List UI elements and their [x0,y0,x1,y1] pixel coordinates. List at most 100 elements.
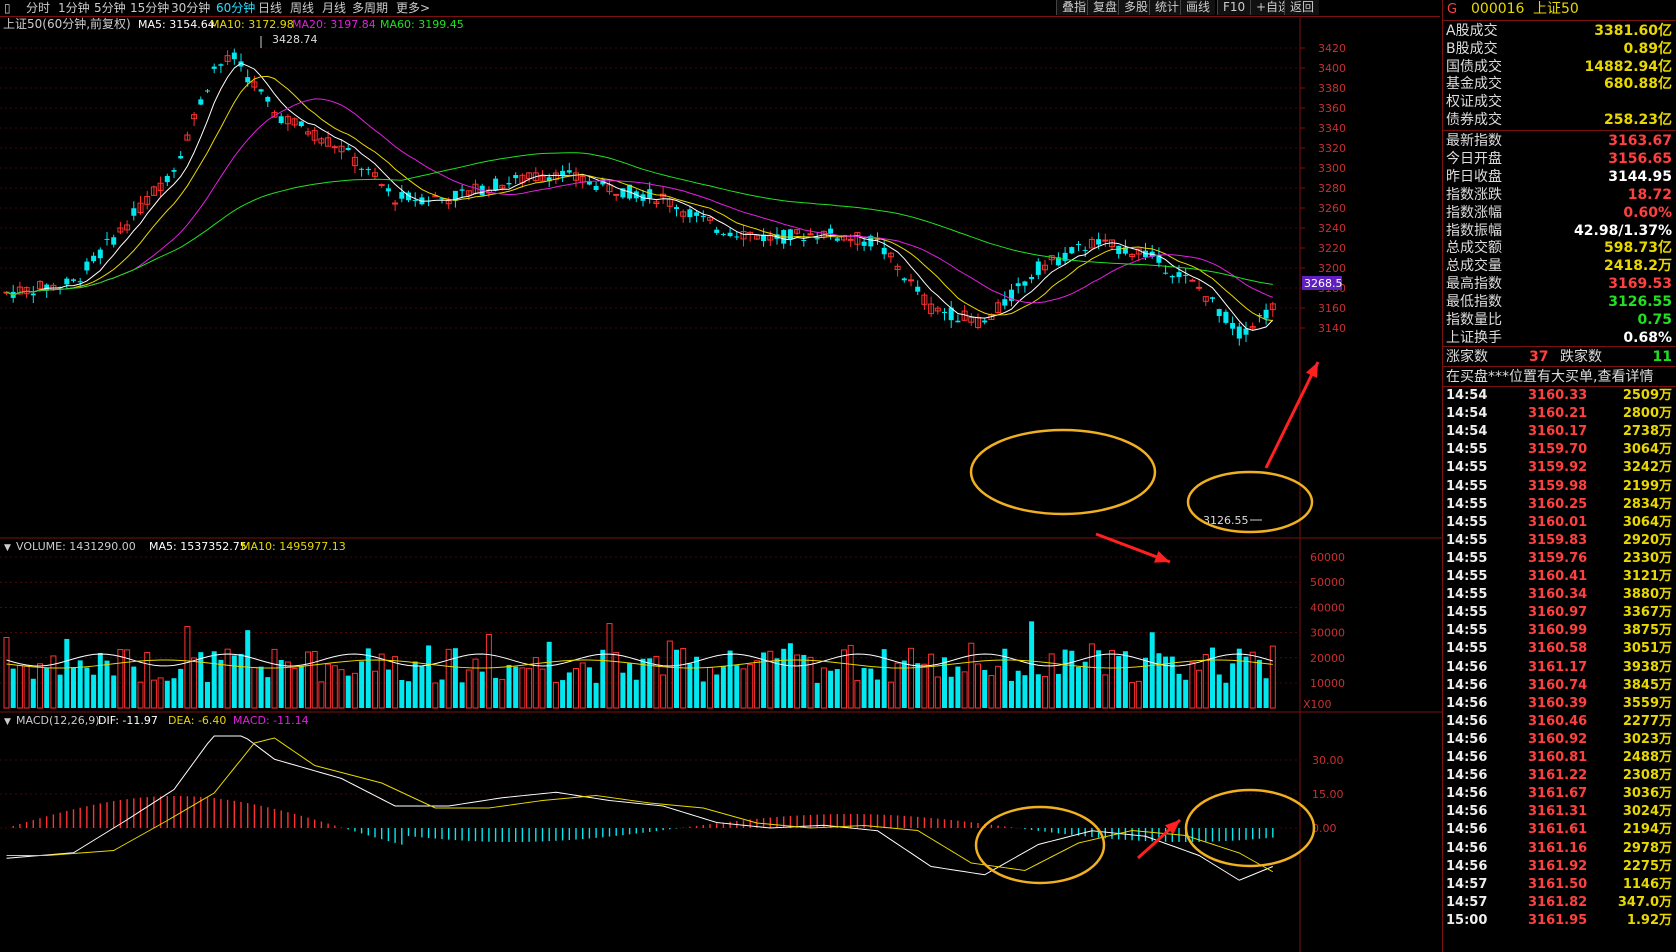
tick-time: 14:55 [1446,460,1488,476]
candle-body [734,236,740,238]
tick-price: 3160.92 [1528,731,1588,747]
candle-body [205,90,210,92]
volume-bar [64,638,70,708]
trend-arrow-down-head [1154,550,1170,563]
tick-time: 14:55 [1446,442,1488,458]
candle-body [385,188,391,192]
candle-body [392,202,399,205]
volume-bar [10,668,16,708]
candle-body [111,237,117,245]
volume-bar [1269,645,1276,709]
volume-bar [111,675,117,708]
volume-bar [868,668,874,708]
volume-bar [513,666,519,708]
volume-bar [781,648,787,708]
volume-bar [426,645,432,708]
volume-bar [787,643,793,708]
volume-legend-2: MA10: 1495977.13 [241,540,346,553]
candle-body [1015,283,1021,287]
volume-bar [305,651,311,709]
candle-body [459,189,465,191]
index-row-value: 0.75 [1637,312,1672,328]
tick-price: 3159.98 [1528,478,1588,494]
volume-bar [633,679,639,708]
tick-row: 14:57 3161.50 1146万 [1443,876,1676,894]
volume-bar [104,660,110,708]
candle-body [1210,297,1215,299]
volume-bar [794,654,801,709]
candle-body [1096,239,1102,245]
volume-bar [359,661,365,708]
volume-tick-label: 60000 [1310,551,1345,564]
tick-time: 14:55 [1446,550,1488,566]
panel-header: G 000016 上证50 [1443,0,1676,19]
volume-bar [1135,680,1142,709]
volume-bar [1076,666,1081,708]
volume-bar [1096,650,1102,708]
tick-row: 14:55 3160.97 3367万 [1443,604,1676,622]
volume-bar [861,667,867,708]
tick-price: 3161.50 [1528,876,1588,892]
price-tick-label: 3320 [1318,142,1346,155]
tick-volume: 2738万 [1622,424,1672,440]
tick-volume: 2978万 [1622,840,1672,856]
tick-volume: 3064万 [1622,442,1672,458]
candle-body [694,212,700,216]
index-row: 指数量比 0.75 [1443,311,1676,330]
volume-bar [640,658,646,708]
candle-body [942,311,947,314]
market-row: 权证成交 [1443,93,1676,112]
volume-bar [245,630,251,708]
volume-bar [3,636,10,709]
tick-time: 14:57 [1446,876,1488,892]
index-row-value: 18.72 [1627,186,1672,203]
ma-legend-3: MA60: 3199.45 [380,18,464,31]
market-row-value: 3381.60亿 [1594,23,1672,39]
tick-row: 14:55 3160.41 3121万 [1443,568,1676,586]
tick-time: 14:55 [1446,496,1488,512]
volume-bar [620,672,626,708]
tick-price: 3161.67 [1528,786,1588,802]
candle-body [218,64,224,66]
tick-time: 14:54 [1446,424,1488,440]
index-row: 指数涨幅 0.60% [1443,204,1676,223]
divider-b [1443,130,1676,131]
index-row-value: 598.73亿 [1603,240,1672,257]
candle-body [171,170,177,172]
tick-row: 14:55 3160.01 3064万 [1443,514,1676,532]
chart-area[interactable]: 3420 3400 3380 3360 3340 3320 3300 3280 3260 3240… [0,0,1442,952]
volume-bar [150,679,157,709]
volume-bar [171,678,177,708]
volume-bar [1143,657,1148,708]
index-row-value: 3163.67 [1608,133,1672,149]
volume-bar [184,626,191,709]
index-row-label: 昨日收盘 [1446,168,1502,185]
volume-bar [700,681,706,708]
macd-legend-3: MACD: -11.14 [233,714,309,727]
tick-price: 3161.16 [1528,840,1588,856]
volume-bar [372,670,378,709]
volume-bar [284,661,291,709]
ma-legend-1: MA10: 3172.98 [210,18,294,31]
candle-body [345,148,351,151]
tick-time: 14:55 [1446,514,1488,530]
volume-bar [1002,648,1008,708]
candle-body [1076,244,1081,246]
market-row: 国债成交 14882.94亿 [1443,58,1676,77]
candle-body [982,320,988,323]
volume-bar [707,667,713,709]
volume-bar [271,648,278,709]
candle-body [513,175,519,179]
volume-bar [579,662,586,709]
index-row-label: 最新指数 [1446,133,1502,149]
index-row: 最高指数 3169.53 [1443,275,1676,294]
price-tick-label: 3420 [1318,42,1346,55]
candle-body [365,168,371,171]
big-order-notice[interactable]: 在买盘***位置有大买单,查看详情 [1443,368,1676,387]
candle-body [91,255,97,262]
market-row-value: 680.88亿 [1603,76,1672,93]
tick-row: 14:55 3160.99 3875万 [1443,622,1676,640]
quote-panel: G 000016 上证50 A股成交 3381.60亿 B股成交 0.89亿 国债成交 1… [1442,0,1676,952]
tick-row: 14:56 3161.61 2194万 [1443,821,1676,839]
candle-body [801,239,807,241]
